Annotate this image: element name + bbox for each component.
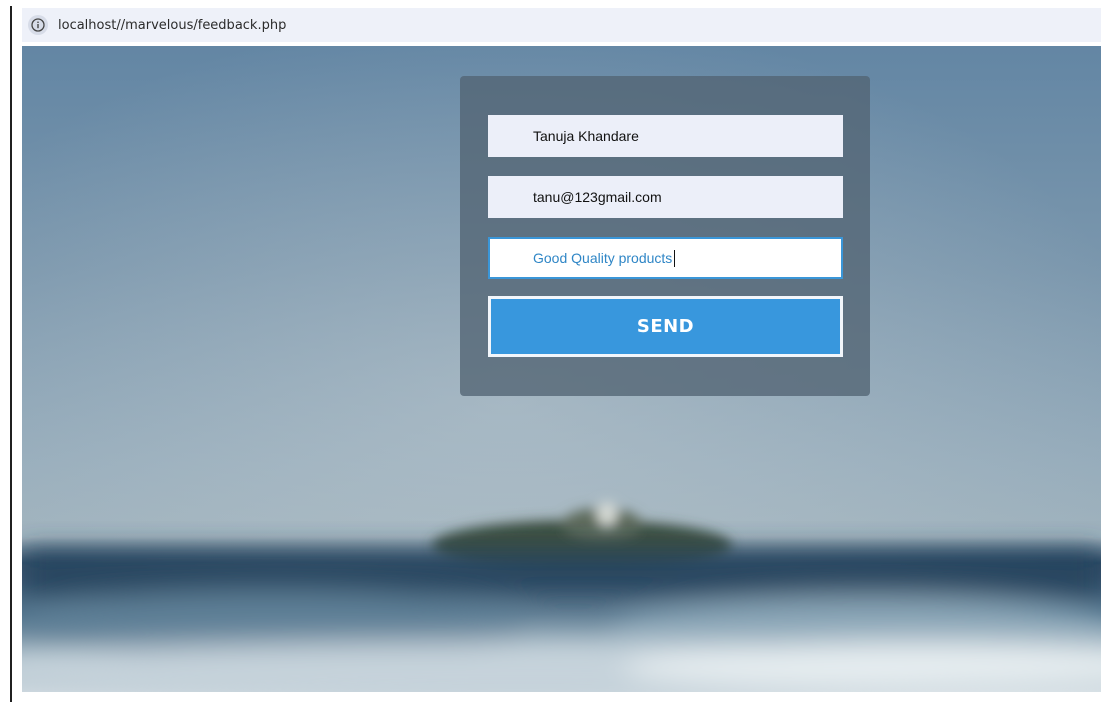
send-button[interactable]: SEND (488, 296, 843, 357)
info-icon[interactable] (28, 15, 48, 35)
email-field[interactable] (488, 176, 843, 218)
page-viewport: SEND (22, 46, 1101, 692)
feedback-form: SEND (460, 76, 870, 396)
window-edge (10, 6, 12, 702)
address-bar[interactable]: localhost//marvelous/feedback.php (22, 8, 1101, 42)
browser-window: localhost//marvelous/feedback.php Tanuja… (0, 0, 1101, 702)
feedback-field[interactable] (488, 237, 843, 279)
url-text[interactable]: localhost//marvelous/feedback.php (58, 18, 286, 33)
name-field[interactable] (488, 115, 843, 157)
text-cursor (674, 250, 675, 267)
